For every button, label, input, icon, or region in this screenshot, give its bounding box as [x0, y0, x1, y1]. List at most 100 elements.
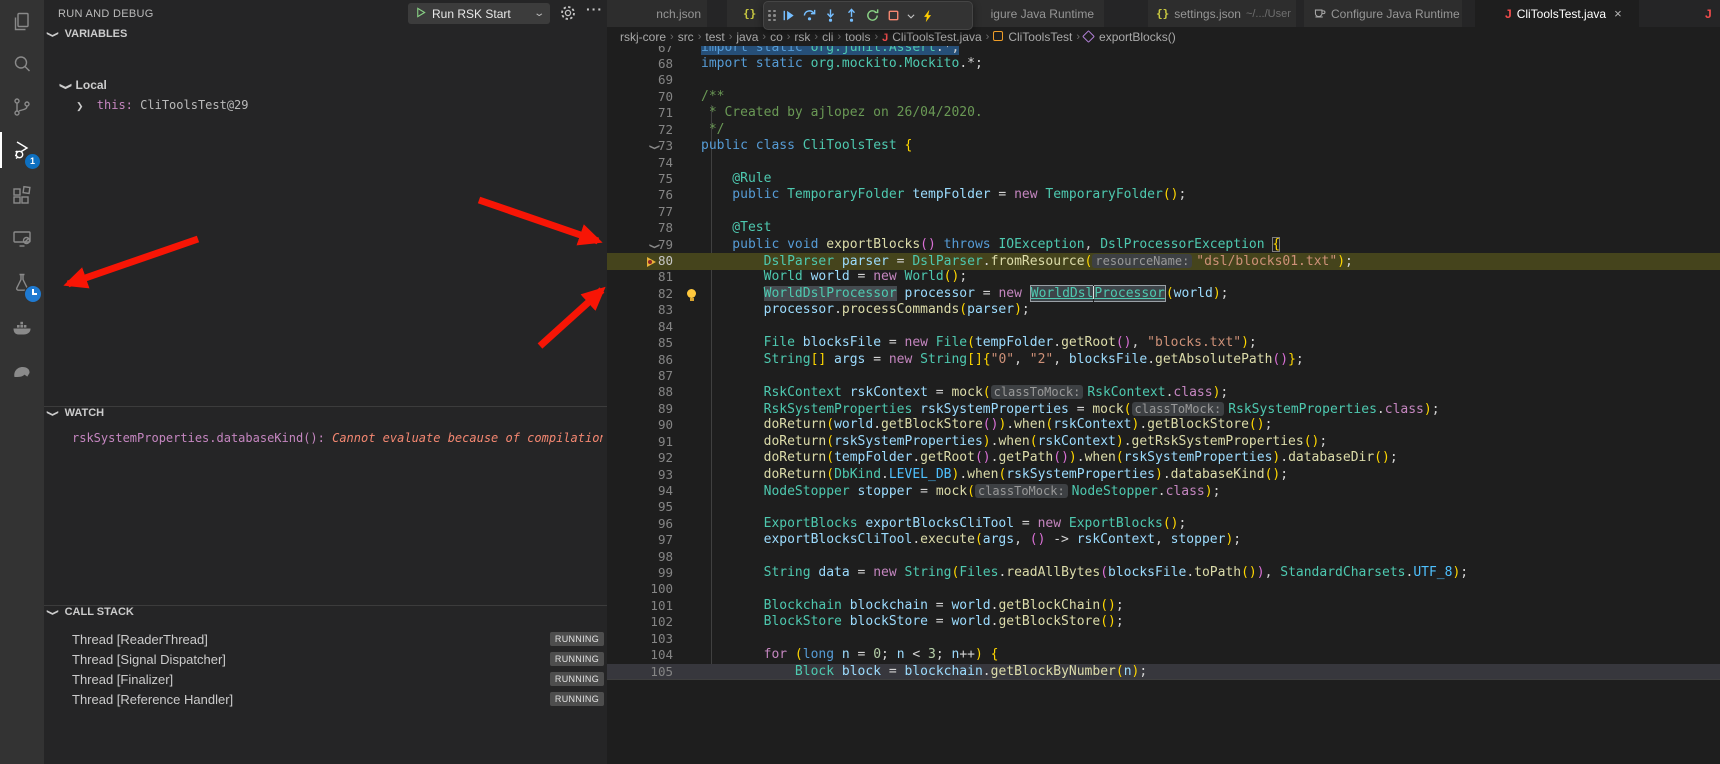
breadcrumb-item[interactable]: tools — [845, 30, 870, 44]
line-number[interactable]: 91 — [633, 434, 673, 450]
line-number[interactable]: 84 — [633, 319, 673, 335]
continue-button[interactable] — [778, 5, 799, 27]
call-stack-thread-row[interactable]: Thread [ReaderThread]RUNNING — [44, 630, 607, 650]
call-stack-header[interactable]: ❯ CALL STACK — [44, 606, 607, 628]
line-number[interactable]: 81 — [633, 269, 673, 285]
code-line-85: 85 File blocksFile = new File(tempFolder… — [607, 335, 1720, 352]
breadcrumb-item[interactable]: JCliToolsTest.java — [882, 30, 982, 44]
line-number[interactable]: 82 — [633, 286, 673, 302]
variables-header[interactable]: ❯ VARIABLES — [44, 28, 607, 50]
line-number[interactable]: 103 — [633, 631, 673, 647]
variables-section: ❯ VARIABLES ❯Local ❯ this: CliToolsTest@… — [44, 28, 607, 406]
line-number[interactable]: 88 — [633, 384, 673, 400]
breadcrumb-item[interactable]: exportBlocks() — [1084, 30, 1176, 44]
watch-expression[interactable]: rskSystemProperties.databaseKind(): Cann… — [72, 431, 603, 445]
line-number[interactable]: 90 — [633, 417, 673, 433]
line-number[interactable]: 97 — [633, 532, 673, 548]
docker-icon[interactable] — [0, 305, 44, 349]
source-control-icon[interactable] — [0, 85, 44, 129]
restart-button[interactable] — [862, 5, 883, 27]
breadcrumb-item[interactable]: co — [770, 30, 783, 44]
tab-settings-json[interactable]: {} settings.json ~/.../User — [1148, 0, 1296, 27]
line-number[interactable]: 102 — [633, 614, 673, 630]
line-number[interactable]: 68 — [633, 56, 673, 72]
line-number[interactable]: 83 — [633, 302, 673, 318]
gear-icon[interactable] — [560, 5, 576, 26]
hot-code-replace-button[interactable] — [917, 5, 938, 27]
breadcrumb-item[interactable]: rsk — [794, 30, 810, 44]
drag-handle-icon[interactable] — [768, 10, 776, 22]
watch-header[interactable]: ❯ WATCH — [44, 407, 607, 429]
line-number[interactable]: 87 — [633, 368, 673, 384]
line-number[interactable]: 94 — [633, 483, 673, 499]
remote-explorer-icon[interactable] — [0, 217, 44, 261]
breadcrumb-item[interactable]: java — [736, 30, 758, 44]
line-number[interactable]: 76 — [633, 187, 673, 203]
breadcrumb-item[interactable]: src — [678, 30, 694, 44]
more-actions-icon[interactable]: ··· — [586, 1, 603, 17]
step-out-button[interactable] — [841, 5, 862, 27]
run-and-debug-icon[interactable]: 1 — [0, 128, 44, 172]
stop-dropdown-chevron-icon[interactable] — [904, 5, 917, 27]
line-number[interactable]: 70 — [633, 89, 673, 105]
line-number[interactable]: 75 — [633, 171, 673, 187]
variables-scope-local[interactable]: ❯Local — [62, 78, 107, 92]
line-number[interactable]: 86 — [633, 352, 673, 368]
tab-configure-java-runtime[interactable]: Configure Java Runtime — [1304, 0, 1462, 27]
breadcrumb-item[interactable]: test — [705, 30, 724, 44]
testing-flask-icon[interactable] — [0, 261, 44, 305]
line-number[interactable]: 89 — [633, 401, 673, 417]
code-line-96: 96 ExportBlocks exportBlocksCliTool = ne… — [607, 516, 1720, 533]
line-number[interactable]: 96 — [633, 516, 673, 532]
start-debug-icon[interactable] — [415, 5, 426, 23]
breadcrumb-item[interactable]: rskj-core — [620, 30, 666, 44]
line-number[interactable]: 85 — [633, 335, 673, 351]
call-stack-thread-row[interactable]: Thread [Signal Dispatcher]RUNNING — [44, 650, 607, 670]
code-editor[interactable]: 67import static org.junit.Assert.*;68imp… — [607, 46, 1720, 679]
line-number[interactable]: 78 — [633, 220, 673, 236]
line-number[interactable]: 74 — [633, 155, 673, 171]
line-number[interactable]: 95 — [633, 499, 673, 515]
gradle-icon[interactable] — [0, 348, 44, 392]
close-icon[interactable]: × — [1614, 6, 1622, 21]
tab-launch-json[interactable]: nch.json — [607, 0, 707, 27]
variable-this[interactable]: ❯ this: CliToolsTest@29 — [76, 98, 249, 112]
explorer-icon[interactable] — [0, 0, 44, 44]
json-braces-icon: {} — [743, 7, 756, 20]
line-number[interactable]: 67 — [633, 46, 673, 56]
search-icon[interactable] — [0, 42, 44, 86]
chevron-down-icon[interactable]: ⌄ — [533, 8, 545, 19]
fold-chevron-icon[interactable]: ❯ — [643, 138, 663, 155]
extensions-icon[interactable] — [0, 174, 44, 218]
line-number[interactable]: 72 — [633, 122, 673, 138]
line-number[interactable]: 101 — [633, 598, 673, 614]
line-number[interactable]: 105 — [633, 664, 673, 679]
vscode-window: 1 RUN AND DEBUG Run RSK Start — [0, 0, 1720, 764]
stop-button[interactable] — [883, 5, 904, 27]
tab-fragment[interactable]: J — [1705, 0, 1720, 27]
line-number[interactable]: 93 — [633, 467, 673, 483]
breadcrumb-item[interactable]: CliToolsTest — [993, 30, 1072, 44]
line-number[interactable]: 69 — [633, 72, 673, 88]
call-stack-thread-row[interactable]: Thread [Finalizer]RUNNING — [44, 670, 607, 690]
line-number[interactable]: 99 — [633, 565, 673, 581]
line-number[interactable]: 71 — [633, 105, 673, 121]
line-number[interactable]: 98 — [633, 549, 673, 565]
code-line-92: 92 doReturn(tempFolder.getRoot().getPath… — [607, 450, 1720, 467]
breadcrumb-item[interactable]: cli — [822, 30, 833, 44]
thread-name: Thread [Signal Dispatcher] — [72, 652, 226, 667]
line-number[interactable]: 104 — [633, 647, 673, 663]
line-number[interactable]: 77 — [633, 204, 673, 220]
step-into-button[interactable] — [820, 5, 841, 27]
call-stack-thread-row[interactable]: Thread [Reference Handler]RUNNING — [44, 690, 607, 710]
step-over-button[interactable] — [799, 5, 820, 27]
code-line-88: 88 RskContext rskContext = mock(classToM… — [607, 384, 1720, 401]
line-number[interactable]: 92 — [633, 450, 673, 466]
line-number[interactable]: 100 — [633, 581, 673, 597]
run-config-dropdown[interactable]: Run RSK Start ⌄ — [408, 3, 550, 24]
lightbulb-icon[interactable] — [687, 289, 696, 298]
watch-section: ❯ WATCH rskSystemProperties.databaseKind… — [44, 407, 607, 605]
code-line-71: 71 * Created by ajlopez on 26/04/2020. — [607, 105, 1720, 122]
fold-chevron-icon[interactable]: ❯ — [643, 237, 663, 254]
tab-clitoolstest-java[interactable]: J CliToolsTest.java × — [1475, 0, 1639, 27]
